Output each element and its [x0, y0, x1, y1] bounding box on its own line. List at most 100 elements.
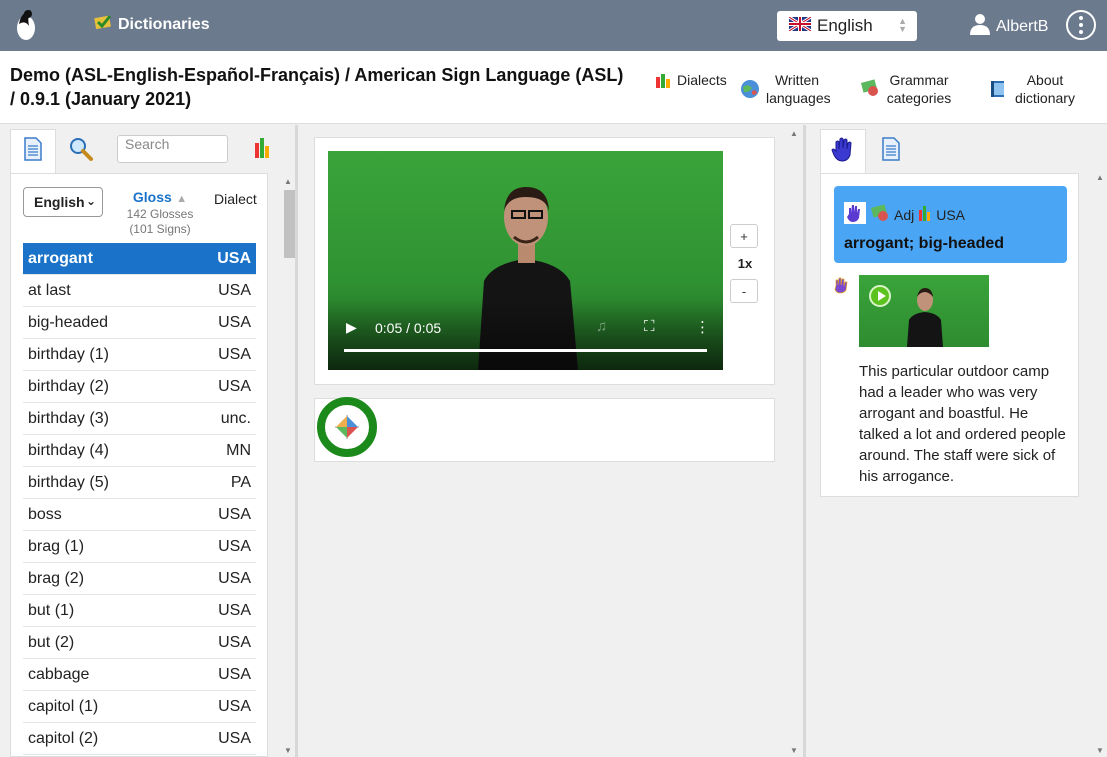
scroll-down-icon[interactable]: ▼ [284, 746, 292, 755]
play-icon[interactable]: ▶ [346, 319, 357, 336]
row-dialect: USA [218, 697, 251, 715]
gloss-list-scrollbar[interactable]: ▲ ▼ [282, 177, 295, 757]
row-dialect: USA [218, 345, 251, 363]
row-gloss: birthday (5) [28, 473, 109, 491]
tab-signs[interactable] [820, 129, 866, 173]
tab-text[interactable] [868, 129, 914, 173]
more-options-icon[interactable] [1066, 10, 1096, 40]
row-dialect: USA [218, 601, 251, 619]
about-dictionary-label: About dictionary [1015, 72, 1075, 106]
sign-entry-card[interactable]: Adj USA arrogant; big-headed [834, 186, 1067, 263]
dialect-filter-icon[interactable] [254, 135, 270, 164]
middle-scrollbar[interactable]: ▲ ▼ [788, 125, 801, 757]
dictionaries-label: Dictionaries [118, 15, 210, 33]
entry-panel: Adj USA arrogant; big-headed This partic… [820, 173, 1079, 497]
dialects-button[interactable]: Dialects [655, 71, 727, 93]
written-languages-button[interactable]: Written languages [740, 71, 831, 107]
play-circle-icon[interactable] [869, 285, 891, 307]
updown-chevron-icon: ▲ ▼ [898, 16, 907, 34]
video-menu-icon[interactable]: ⋮ [695, 318, 710, 336]
row-dialect: PA [230, 473, 251, 491]
gloss-list-panel: English ⌄ Gloss ▲ 142 Glosses (101 Signs… [10, 173, 268, 757]
grammar-categories-label: Grammar categories [886, 72, 952, 106]
row-gloss: brag (1) [28, 537, 85, 555]
table-row[interactable]: birthday (1) USA [23, 339, 256, 371]
interface-language-select[interactable]: English ▲ ▼ [777, 11, 917, 41]
about-dictionary-button[interactable]: About dictionary [988, 71, 1076, 107]
row-dialect: MN [226, 441, 251, 459]
gloss-count: 142 Glosses (101 Signs) [126, 207, 194, 236]
document-icon [881, 136, 901, 166]
volume-icon[interactable]: ♫ [596, 318, 607, 335]
gloss-column-header[interactable]: Gloss ▲ 142 Glosses (101 Signs) [115, 189, 205, 237]
row-gloss: capitol (2) [28, 729, 99, 747]
table-row[interactable]: capitol (2) USA [23, 723, 256, 755]
table-row[interactable]: arrogant USA [23, 243, 256, 275]
row-gloss: at last [28, 281, 71, 299]
row-dialect: USA [218, 665, 251, 683]
interface-language-value: English [817, 16, 873, 35]
table-row[interactable]: but (1) USA [23, 595, 256, 627]
row-gloss: birthday (2) [28, 377, 109, 395]
hand-icon [831, 135, 855, 168]
table-row[interactable]: big-headed USA [23, 307, 256, 339]
row-dialect: USA [218, 537, 251, 555]
row-gloss: birthday (3) [28, 409, 109, 427]
gloss-header-label: Gloss [132, 189, 172, 205]
gloss-rows: arrogant USA at last USA big-headed USA bir… [23, 243, 256, 755]
row-gloss: arrogant [28, 249, 93, 267]
zoom-out-button[interactable]: - [730, 279, 758, 303]
tab-gloss-list[interactable] [10, 129, 56, 173]
sign-video[interactable]: ▶ 0:05 / 0:05 ♫ ⛶ ⋮ [328, 151, 723, 370]
row-dialect: USA [218, 729, 251, 747]
scroll-up-icon[interactable]: ▲ [790, 129, 798, 138]
grammar-categories-button[interactable]: Grammar categories [860, 71, 952, 107]
dialect-column-header[interactable]: Dialect [214, 191, 257, 207]
row-gloss: boss [28, 505, 62, 523]
row-gloss: big-headed [28, 313, 109, 331]
top-bar: Dictionaries English ▲ ▼ AlbertB [0, 0, 1107, 51]
sentence-hand-icon [833, 276, 851, 299]
scroll-down-icon[interactable]: ▼ [1096, 746, 1104, 755]
table-row[interactable]: at last USA [23, 275, 256, 307]
zoom-in-button[interactable]: + [730, 224, 758, 248]
table-row[interactable]: birthday (3) unc. [23, 403, 256, 435]
user-menu[interactable]: AlbertB [970, 13, 1048, 40]
tab-search[interactable] [58, 129, 104, 173]
dictionaries-link[interactable]: Dictionaries [94, 14, 210, 35]
table-row[interactable]: birthday (5) PA [23, 467, 256, 499]
sign-hand-icon [844, 202, 866, 227]
search-input[interactable]: Search [117, 135, 228, 163]
table-row[interactable]: brag (1) USA [23, 531, 256, 563]
table-row[interactable]: boss USA [23, 499, 256, 531]
scroll-thumb[interactable] [284, 190, 295, 258]
scroll-up-icon[interactable]: ▲ [1096, 173, 1104, 182]
scroll-up-icon[interactable]: ▲ [284, 177, 292, 186]
signwriting-panel [314, 397, 775, 462]
video-controls: ▶ 0:05 / 0:05 ♫ ⛶ ⋮ [328, 300, 723, 370]
scroll-down-icon[interactable]: ▼ [790, 746, 798, 755]
dialect-icon [918, 204, 932, 225]
app-logo-icon[interactable] [13, 6, 41, 42]
fullscreen-icon[interactable]: ⛶ [644, 318, 655, 335]
page-title: Demo (ASL-English-Español-Français) / Am… [10, 65, 624, 109]
user-icon [970, 13, 990, 40]
table-row[interactable]: cabbage USA [23, 659, 256, 691]
row-dialect: USA [218, 633, 251, 651]
globe-icon [740, 79, 760, 103]
table-row[interactable]: capitol (1) USA [23, 691, 256, 723]
table-row[interactable]: birthday (4) MN [23, 435, 256, 467]
right-scrollbar[interactable]: ▲ ▼ [1094, 173, 1107, 757]
gloss-language-dropdown[interactable]: English ⌄ [23, 187, 103, 217]
grammar-category-icon [870, 204, 890, 225]
dictionaries-icon [94, 14, 112, 35]
example-video-thumbnail[interactable] [859, 275, 989, 347]
video-progress-bar[interactable] [344, 349, 707, 352]
table-row[interactable]: but (2) USA [23, 627, 256, 659]
signwriting-symbol-icon[interactable] [317, 397, 377, 457]
table-row[interactable]: brag (2) USA [23, 563, 256, 595]
dialects-label: Dialects [677, 72, 727, 88]
table-row[interactable]: birthday (2) USA [23, 371, 256, 403]
gloss-language-value: English [34, 194, 85, 210]
gloss-list-header: English ⌄ Gloss ▲ 142 Glosses (101 Signs… [23, 187, 263, 247]
